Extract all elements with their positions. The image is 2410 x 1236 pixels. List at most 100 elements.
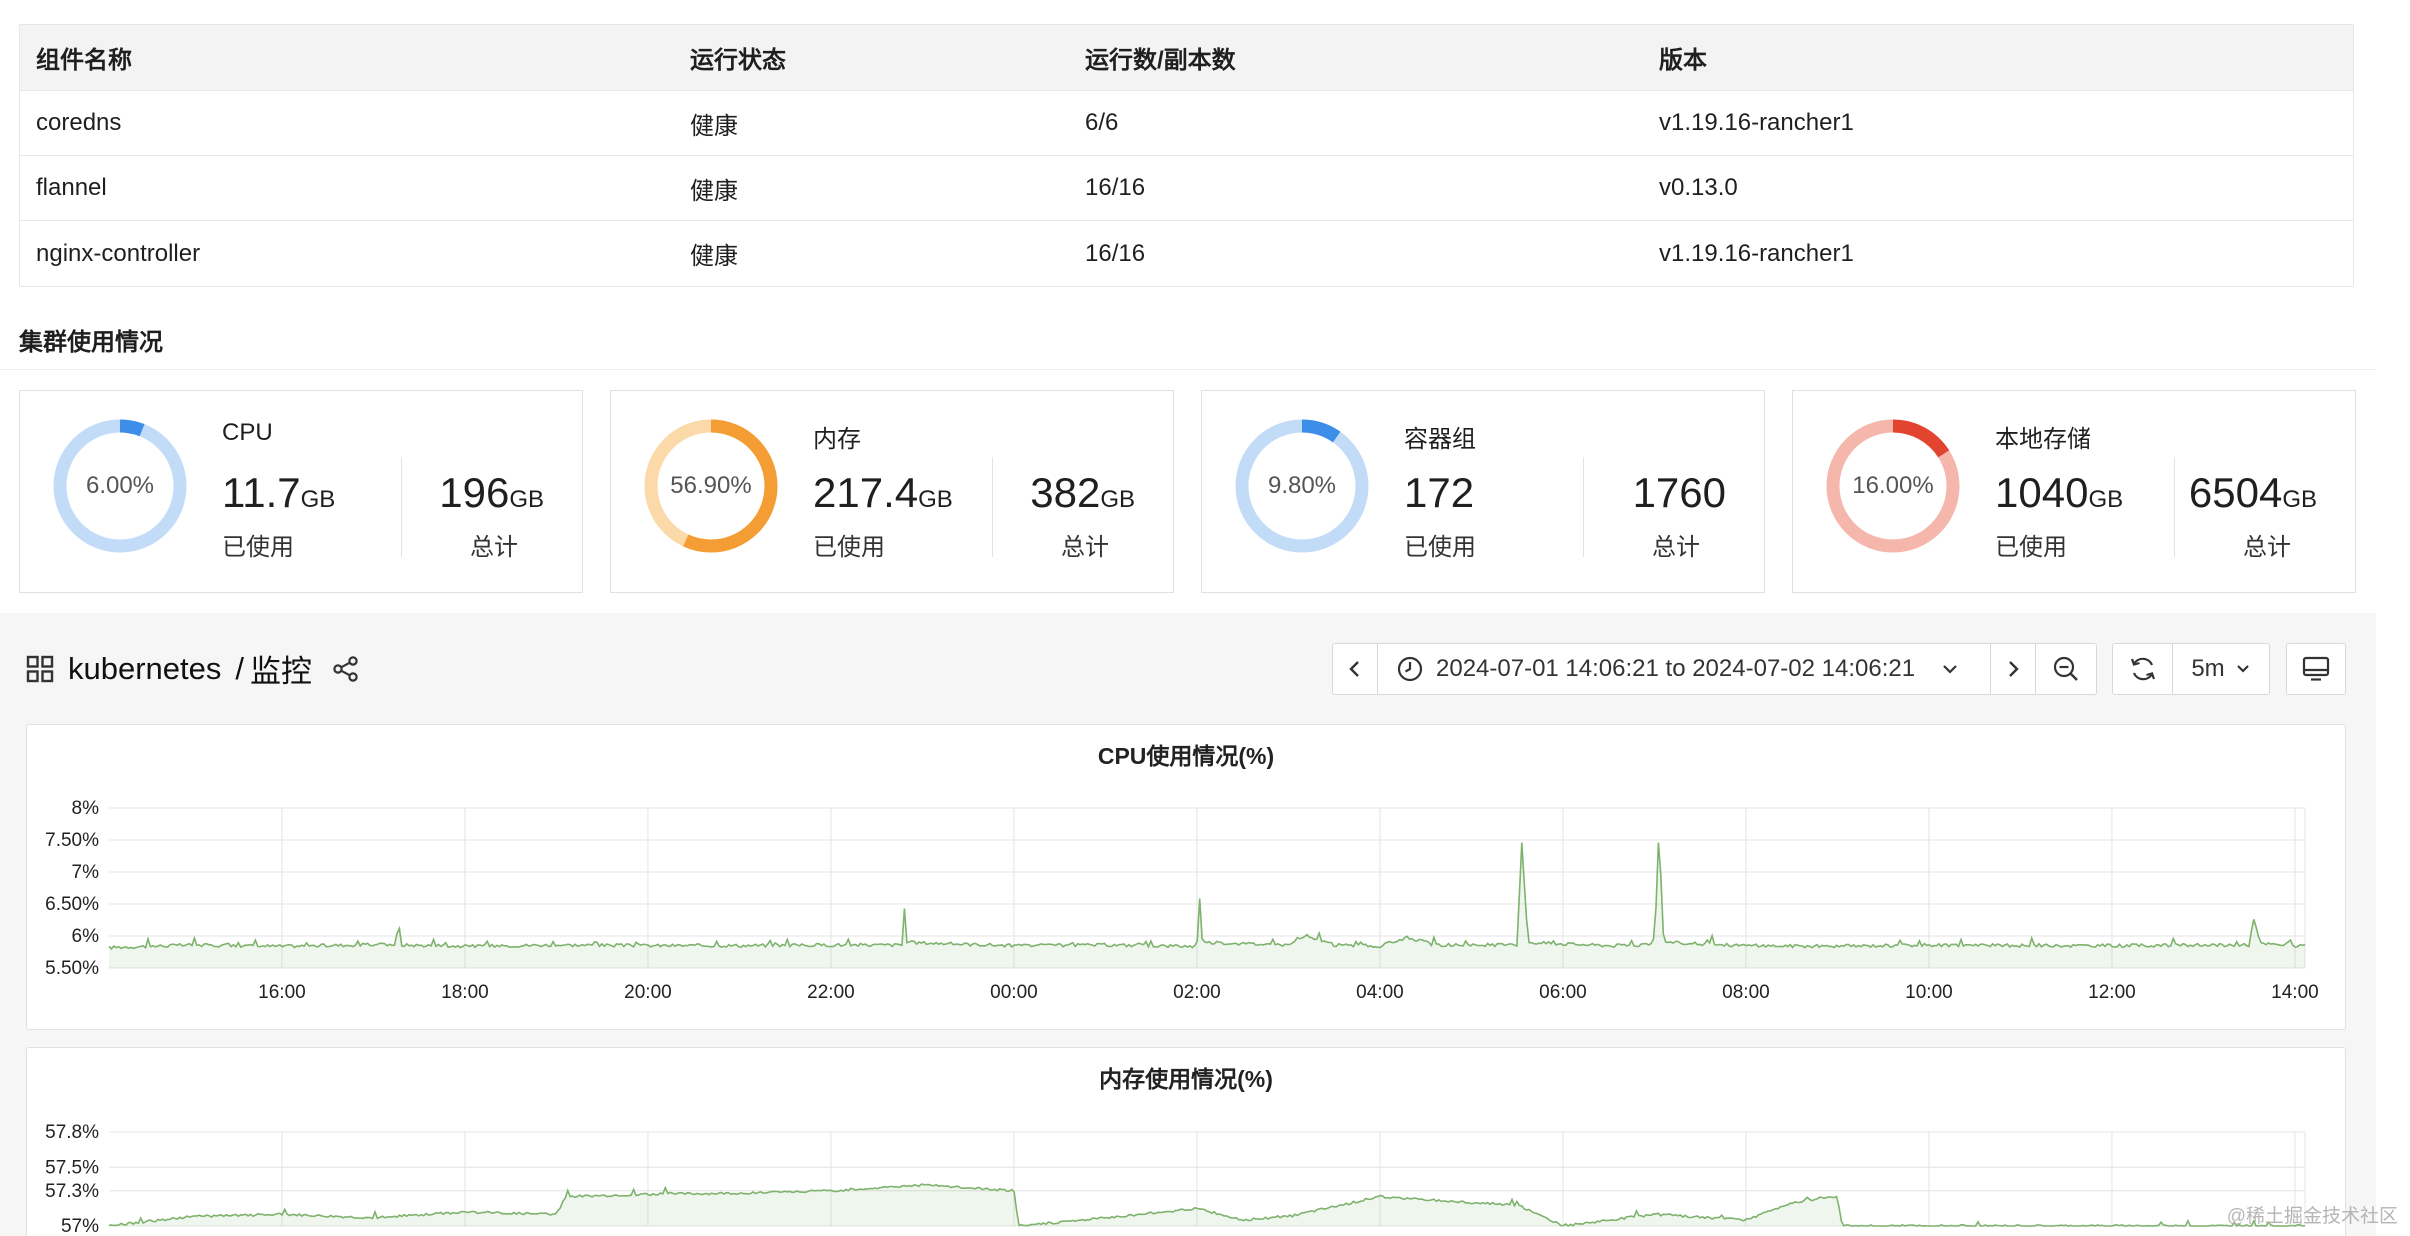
usage-card-name: 本地存储 [1995, 426, 2091, 453]
used-number: 1040 [1995, 469, 2089, 516]
time-range-text: 2024-07-01 14:06:21 to 2024-07-02 14:06:… [1436, 655, 1916, 682]
usage-card-name: 内存 [813, 426, 861, 453]
column-header-status[interactable]: 运行状态 [674, 40, 1069, 75]
share-icon[interactable] [332, 655, 360, 683]
used-number: 172 [1404, 469, 1475, 516]
component-status: 健康 [690, 243, 738, 270]
total-caption: 总计 [470, 534, 518, 561]
tv-mode-button[interactable] [2286, 643, 2346, 695]
total-caption: 总计 [1652, 534, 1700, 561]
used-unit: GB [2088, 486, 2124, 513]
component-name: flannel [36, 174, 107, 201]
component-status-table: 组件名称 运行状态 运行数/副本数 版本 coredns 健康 6/6 v1.1… [19, 24, 2354, 287]
card-divider [1583, 457, 1584, 557]
column-header-name[interactable]: 组件名称 [20, 40, 674, 75]
card-divider [401, 457, 402, 557]
grid-icon[interactable] [26, 655, 54, 683]
x-tick-label: 20:00 [624, 982, 672, 1003]
usage-card-cpu: 6.00% CPU 11.7GB 已使用 196GB 总计 [19, 390, 583, 593]
y-tick-label: 57% [61, 1216, 99, 1236]
x-tick-label: 12:00 [2088, 982, 2136, 1003]
component-replicas: 16/16 [1085, 239, 1146, 267]
usage-percent: 16.00% [1852, 472, 1934, 499]
dashboard-folder-link[interactable]: kubernetes [68, 651, 221, 687]
x-tick-label: 04:00 [1356, 982, 1404, 1003]
refresh-icon [2130, 657, 2155, 681]
usage-card-memory: 56.90% 内存 217.4GB 已使用 382GB 总计 [610, 390, 1174, 593]
cpu-usage-chart[interactable]: 5.50% 6% 6.50% 7% 7.50% 8% 16:00 18:00 20:00 22:0… [27, 725, 2347, 1031]
y-tick-label: 6% [72, 926, 100, 947]
refresh-button[interactable] [2112, 643, 2173, 695]
y-tick-label: 8% [72, 798, 100, 819]
table-row[interactable]: flannel 健康 16/16 v0.13.0 [20, 156, 2353, 221]
x-tick-label: 00:00 [990, 982, 1038, 1003]
component-replicas: 6/6 [1085, 109, 1119, 136]
x-tick-label: 16:00 [258, 982, 306, 1003]
component-status: 健康 [690, 112, 738, 140]
usage-percent: 6.00% [85, 472, 155, 499]
chevron-right-icon [2009, 661, 2019, 677]
component-version: v0.13.0 [1659, 174, 1738, 201]
watermark: @稀土掘金技术社区 [2226, 1206, 2398, 1227]
x-tick-label: 22:00 [807, 982, 855, 1003]
x-tick-label: 06:00 [1539, 982, 1587, 1003]
monitor-icon [2302, 656, 2330, 681]
used-caption: 已使用 [1995, 534, 2067, 561]
component-version: v1.19.16-rancher1 [1659, 109, 1854, 136]
total-value: 1760 [1633, 469, 1726, 517]
column-header-version[interactable]: 版本 [1643, 40, 2353, 75]
zoom-out-icon [2053, 656, 2078, 681]
column-header-replicas[interactable]: 运行数/副本数 [1069, 40, 1643, 75]
y-tick-label: 5.50% [45, 958, 99, 979]
x-tick-label: 10:00 [1905, 982, 1953, 1003]
used-caption: 已使用 [813, 534, 885, 561]
used-number: 217.4 [813, 469, 919, 516]
x-tick-label: 14:00 [2271, 982, 2319, 1003]
total-number: 382 [1030, 469, 1101, 516]
y-tick-label: 7% [72, 862, 100, 883]
x-tick-label: 18:00 [441, 982, 489, 1003]
total-value: 382GB [1030, 469, 1135, 517]
clock-icon [1397, 656, 1423, 682]
used-caption: 已使用 [1404, 534, 1476, 561]
chevron-left-icon [1349, 661, 1359, 677]
component-name: nginx-controller [36, 239, 201, 267]
table-row[interactable]: coredns 健康 6/6 v1.19.16-rancher1 [20, 91, 2353, 156]
usage-card-pods: 9.80% 容器组 172 已使用 1760 总计 [1201, 390, 1765, 593]
x-tick-label: 08:00 [1722, 982, 1770, 1003]
chevron-down-icon [2236, 665, 2249, 673]
dashboard-name[interactable]: 监控 [250, 646, 312, 691]
y-tick-label: 7.50% [45, 830, 99, 851]
table-row[interactable]: nginx-controller 健康 16/16 v1.19.16-ranch… [20, 221, 2353, 286]
used-caption: 已使用 [222, 534, 294, 561]
refresh-interval-picker[interactable]: 5m [2172, 643, 2270, 695]
usage-percent: 9.80% [1267, 472, 1337, 499]
total-number: 1760 [1632, 469, 1726, 516]
card-divider [992, 457, 993, 557]
section-divider [0, 369, 2376, 370]
used-unit: GB [300, 486, 336, 513]
total-caption: 总计 [2243, 534, 2291, 561]
y-tick-label: 57.5% [45, 1157, 99, 1178]
time-back-button[interactable] [1332, 643, 1378, 695]
used-number: 11.7 [222, 469, 301, 516]
total-unit: GB [2282, 486, 2317, 513]
chevron-down-icon [1943, 665, 1957, 674]
used-unit: GB [918, 486, 953, 513]
zoom-out-button[interactable] [2035, 643, 2097, 695]
total-unit: GB [1100, 486, 1135, 513]
used-value: 172 [1404, 469, 1474, 517]
panel-cpu-usage[interactable]: CPU使用情况(%) 5.50% 6% 6.50% 7% 7.50% 8% 16:00 18:… [26, 724, 2346, 1030]
section-title: 集群使用情况 [19, 329, 163, 356]
time-forward-button[interactable] [1990, 643, 2036, 695]
table-header-row: 组件名称 运行状态 运行数/副本数 版本 [20, 25, 2353, 91]
dashboard-title: kubernetes / 监控 [26, 646, 360, 691]
refresh-interval-value: 5m [2191, 655, 2225, 682]
time-range-picker[interactable]: 2024-07-01 14:06:21 to 2024-07-02 14:06:… [1377, 643, 1991, 695]
component-replicas: 16/16 [1085, 174, 1146, 201]
total-caption: 总计 [1061, 534, 1109, 561]
panel-memory-usage[interactable]: 内存使用情况(%) 57% 57.3% 57.5% 57.8% [26, 1047, 2346, 1236]
memory-usage-chart[interactable]: 57% 57.3% 57.5% 57.8% [27, 1048, 2347, 1236]
breadcrumb-separator: / [235, 650, 245, 686]
series-area [109, 842, 2305, 968]
